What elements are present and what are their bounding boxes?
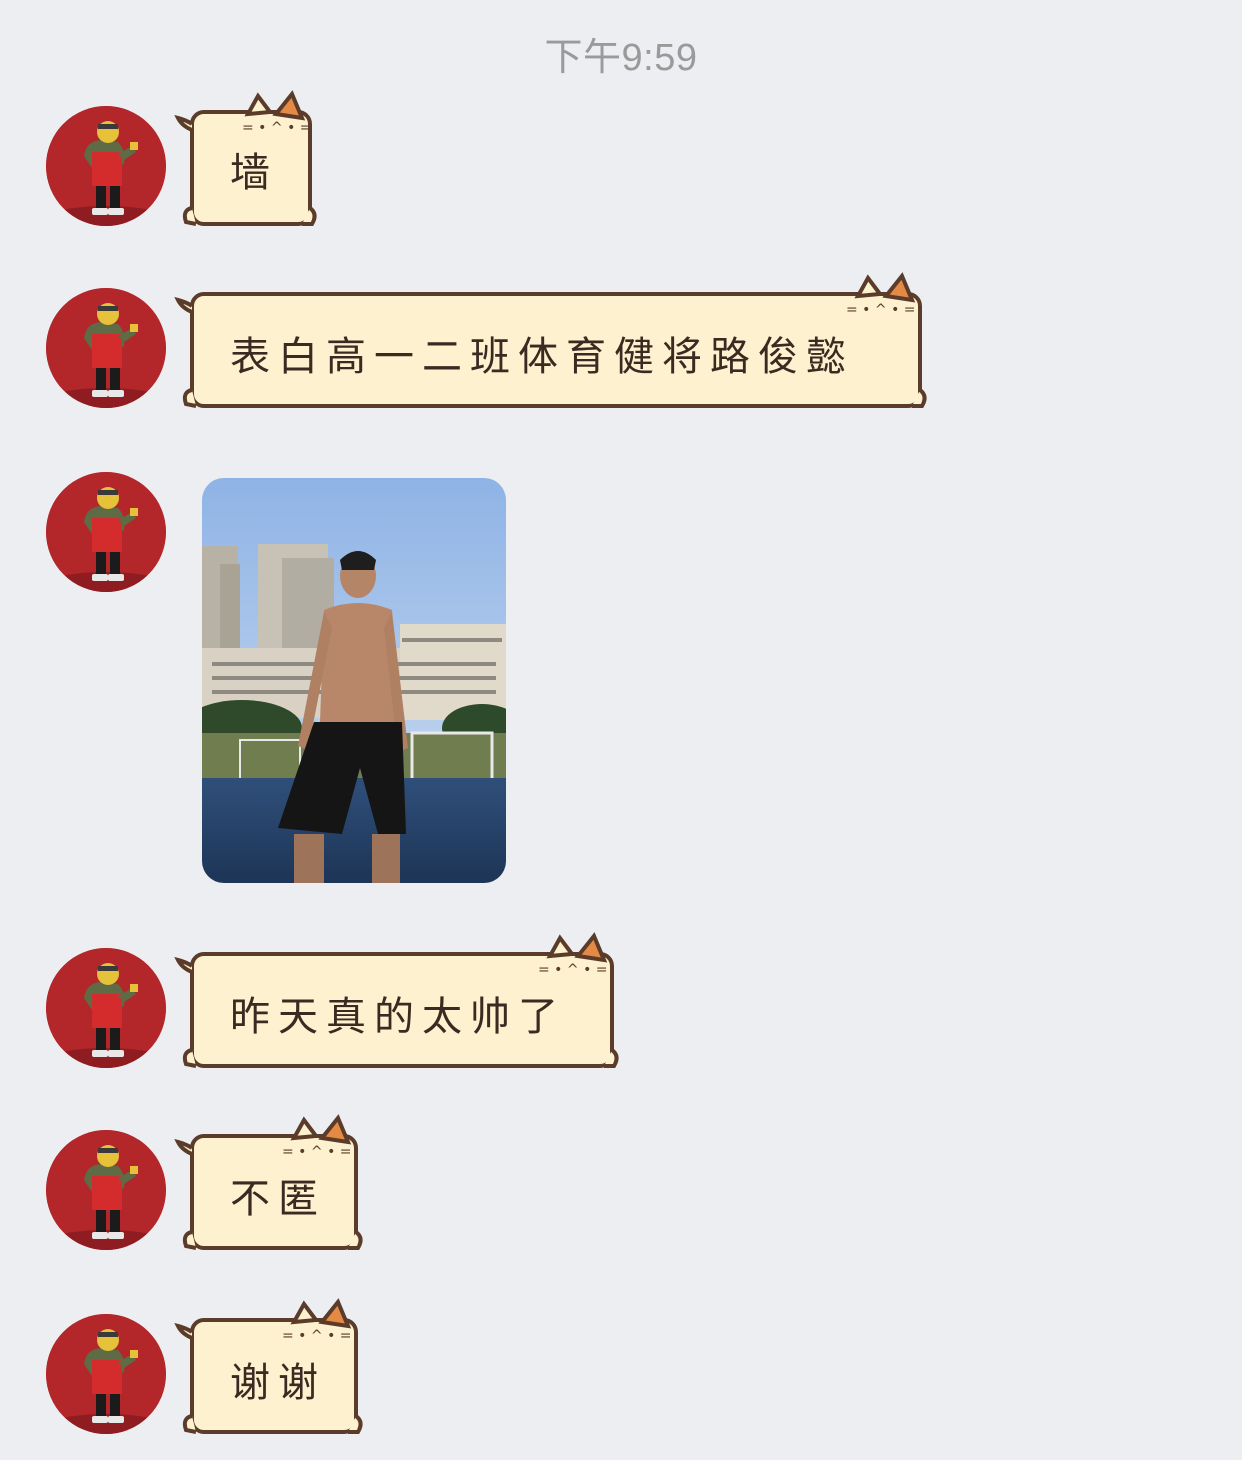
message-row [0, 470, 1242, 890]
character-avatar-icon [46, 472, 166, 592]
message-text: 表白高一二班体育健将路俊懿 [230, 334, 854, 380]
svg-text:= • ^ • =: = • ^ • = [846, 302, 916, 318]
message-text: 墙 [230, 150, 278, 196]
message-bubble[interactable]: = • ^ • = 不匿 [174, 1114, 364, 1254]
character-avatar-icon [46, 288, 166, 408]
message-row: = • ^ • = 不匿 [0, 1114, 1242, 1258]
sender-avatar[interactable] [46, 948, 166, 1068]
sender-avatar[interactable] [46, 472, 166, 592]
svg-text:= • ^ • =: = • ^ • = [282, 1144, 352, 1160]
svg-text:= • ^ • =: = • ^ • = [538, 962, 608, 978]
message-text: 昨天真的太帅了 [230, 994, 566, 1040]
sender-avatar[interactable] [46, 1130, 166, 1250]
message-row: = • ^ • = 墙 [0, 90, 1242, 234]
message-row: = • ^ • = 表白高一二班体育健将路俊懿 [0, 272, 1242, 416]
message-photo[interactable] [202, 478, 506, 883]
message-row: = • ^ • = 昨天真的太帅了 [0, 932, 1242, 1076]
message-bubble[interactable]: = • ^ • = 墙 [174, 90, 318, 230]
sender-avatar[interactable] [46, 1314, 166, 1434]
svg-text:= • ^ • =: = • ^ • = [282, 1328, 352, 1344]
svg-text:= • ^ • =: = • ^ • = [242, 120, 312, 136]
message-row: = • ^ • = 谢谢 [0, 1298, 1242, 1442]
photo-image [202, 478, 506, 883]
message-bubble[interactable]: = • ^ • = 表白高一二班体育健将路俊懿 [174, 272, 928, 412]
message-bubble[interactable]: = • ^ • = 昨天真的太帅了 [174, 932, 620, 1072]
sender-avatar[interactable] [46, 106, 166, 226]
character-avatar-icon [46, 1314, 166, 1434]
message-bubble[interactable]: = • ^ • = 谢谢 [174, 1298, 364, 1438]
chat-timestamp: 下午9:59 [544, 37, 698, 79]
character-avatar-icon [46, 948, 166, 1068]
sender-avatar[interactable] [46, 288, 166, 408]
message-text: 谢谢 [230, 1360, 326, 1406]
character-avatar-icon [46, 1130, 166, 1250]
message-text: 不匿 [230, 1176, 326, 1222]
character-avatar-icon [46, 106, 166, 226]
